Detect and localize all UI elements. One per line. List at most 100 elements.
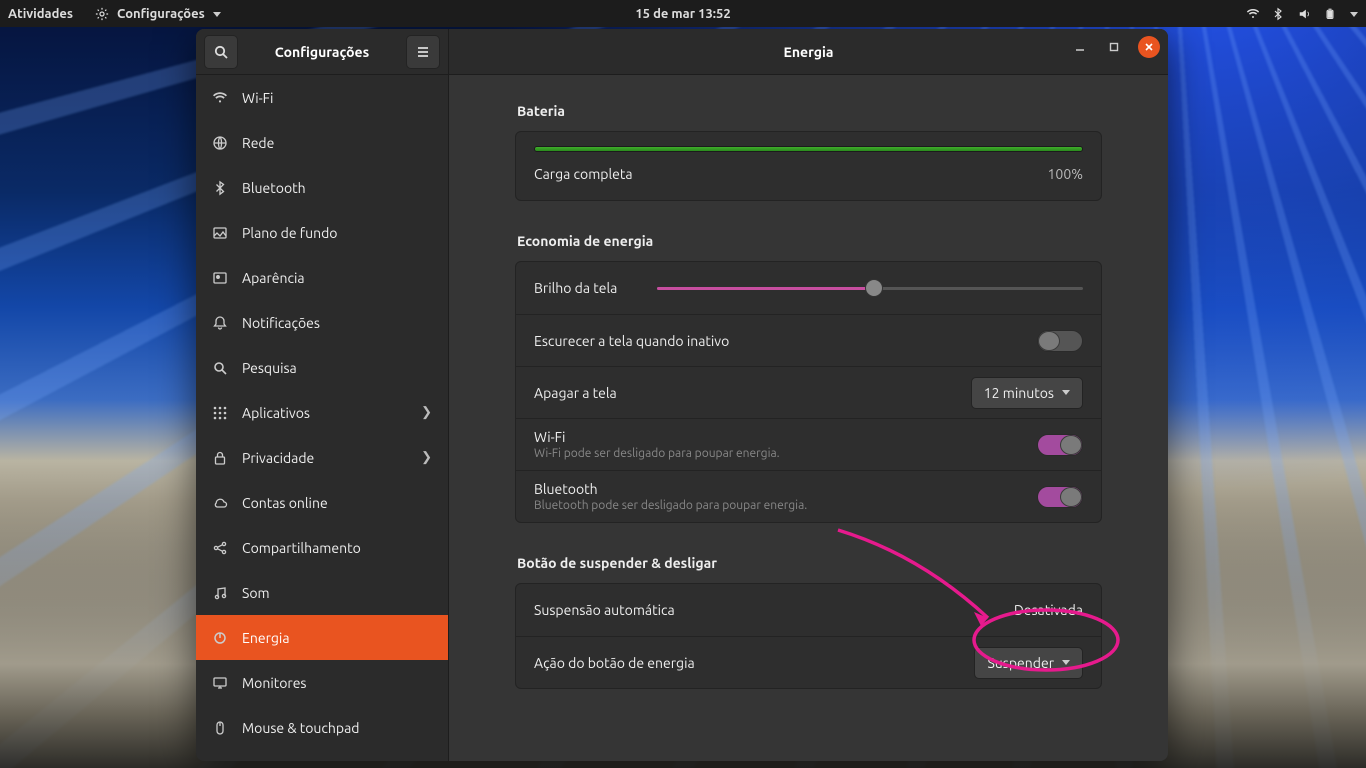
- sidebar-item-bell[interactable]: Notificações: [196, 300, 448, 345]
- brightness-label: Brilho da tela: [534, 280, 617, 296]
- sidebar-item-apps[interactable]: Aplicativos ❯: [196, 390, 448, 435]
- sidebar-list: Wi-Fi Rede Bluetooth Plano de fundo Aparênci…: [196, 75, 448, 761]
- wifi-icon: [1246, 7, 1260, 21]
- sidebar-title: Configurações: [246, 44, 398, 60]
- sidebar-item-label: Plano de fundo: [242, 225, 337, 241]
- blank-screen-label: Apagar a tela: [534, 385, 617, 401]
- power-button-action-row[interactable]: Ação do botão de energia Suspender: [516, 636, 1101, 688]
- sidebar-item-appearance[interactable]: Aparência: [196, 255, 448, 300]
- sidebar-item-monitor[interactable]: Monitores: [196, 660, 448, 705]
- system-tray[interactable]: [1246, 7, 1358, 21]
- globe-icon: [212, 135, 228, 151]
- auto-suspend-row[interactable]: Suspensão automática Desativada: [516, 584, 1101, 636]
- auto-suspend-value: Desativada: [1014, 602, 1083, 618]
- dim-row[interactable]: Escurecer a tela quando inativo: [516, 314, 1101, 366]
- section-powersave-heading: Economia de energia: [517, 233, 1102, 249]
- sidebar-item-label: Pesquisa: [242, 360, 297, 376]
- sidebar-item-label: Som: [242, 585, 270, 601]
- wifi-power-label: Wi-Fi: [534, 429, 780, 445]
- volume-icon: [1298, 7, 1312, 21]
- content-body: Bateria Carga completa 100% Economia de …: [449, 75, 1168, 761]
- bluetooth-icon: [1272, 7, 1286, 21]
- sidebar-item-label: Energia: [242, 630, 290, 646]
- sidebar-item-lock[interactable]: Privacidade❯: [196, 435, 448, 480]
- sidebar-item-wifi[interactable]: Wi-Fi: [196, 75, 448, 120]
- wifi-power-sub: Wi-Fi pode ser desligado para poupar ene…: [534, 447, 780, 460]
- wifi-icon: [212, 90, 228, 106]
- maximize-button[interactable]: [1104, 37, 1124, 57]
- monitor-icon: [212, 675, 228, 691]
- dim-label: Escurecer a tela quando inativo: [534, 333, 729, 349]
- settings-window: Configurações Wi-Fi Rede Bluetooth Plano de…: [196, 29, 1168, 761]
- auto-suspend-label: Suspensão automática: [534, 602, 675, 618]
- caret-down-icon: [213, 12, 221, 17]
- caret-down-icon: [1062, 390, 1070, 395]
- settings-sidebar: Configurações Wi-Fi Rede Bluetooth Plano de…: [196, 29, 449, 761]
- sidebar-item-label: Notificações: [242, 315, 320, 331]
- section-suspend-heading: Botão de suspender & desligar: [517, 555, 1102, 571]
- share-icon: [212, 540, 228, 556]
- sidebar-item-label: Contas online: [242, 495, 328, 511]
- appmenu[interactable]: Configurações: [95, 7, 221, 21]
- appearance-icon: [212, 270, 228, 286]
- sidebar-item-music[interactable]: Som: [196, 570, 448, 615]
- activities-button[interactable]: Atividades: [8, 7, 73, 21]
- sidebar-item-label: Aplicativos: [242, 405, 310, 421]
- gnome-topbar: Atividades Configurações 15 de mar 13:52: [0, 0, 1366, 27]
- sidebar-item-power[interactable]: Energia: [196, 615, 448, 660]
- caret-down-icon: [1350, 12, 1358, 17]
- music-icon: [212, 585, 228, 601]
- search-button[interactable]: [204, 35, 238, 69]
- sidebar-item-share[interactable]: Compartilhamento: [196, 525, 448, 570]
- minimize-button[interactable]: [1070, 37, 1090, 57]
- brightness-row: Brilho da tela: [516, 262, 1101, 314]
- caret-down-icon: [1062, 660, 1070, 665]
- hamburger-menu-button[interactable]: [406, 35, 440, 69]
- battery-panel: Carga completa 100%: [515, 131, 1102, 201]
- power-button-action-label: Ação do botão de energia: [534, 655, 695, 671]
- bluetooth-power-sub: Bluetooth pode ser desligado para poupar…: [534, 499, 807, 512]
- search-icon: [212, 360, 228, 376]
- close-button[interactable]: [1138, 36, 1160, 58]
- sidebar-item-label: Rede: [242, 135, 274, 151]
- content-header: Energia: [449, 29, 1168, 75]
- battery-status: Carga completa: [534, 166, 633, 182]
- sidebar-item-label: Bluetooth: [242, 180, 306, 196]
- sidebar-item-globe[interactable]: Rede: [196, 120, 448, 165]
- dim-switch[interactable]: [1037, 330, 1083, 352]
- gear-icon: [95, 7, 109, 21]
- battery-percent: 100%: [1048, 166, 1083, 182]
- section-battery-heading: Bateria: [517, 103, 1102, 119]
- lock-icon: [212, 450, 228, 466]
- brightness-slider[interactable]: [657, 279, 1083, 297]
- chevron-right-icon: ❯: [421, 405, 432, 420]
- sidebar-item-label: Wi-Fi: [242, 90, 273, 106]
- sidebar-item-background[interactable]: Plano de fundo: [196, 210, 448, 255]
- powersave-panel: Brilho da tela Escurecer a tela quando i…: [515, 261, 1102, 523]
- power-button-action-combo[interactable]: Suspender: [974, 647, 1083, 679]
- appmenu-label: Configurações: [117, 7, 205, 21]
- sidebar-item-mouse[interactable]: Mouse & touchpad: [196, 705, 448, 750]
- battery-icon: [1324, 7, 1338, 21]
- page-title: Energia: [784, 44, 834, 60]
- bluetooth-power-row[interactable]: Bluetooth Bluetooth pode ser desligado p…: [516, 470, 1101, 522]
- mouse-icon: [212, 720, 228, 736]
- bluetooth-icon: [212, 180, 228, 196]
- content-pane: Energia Bateria Carga completa 100% Econ…: [449, 29, 1168, 761]
- sidebar-item-label: Monitores: [242, 675, 307, 691]
- topbar-clock[interactable]: 15 de mar 13:52: [635, 7, 730, 21]
- sidebar-item-cloud[interactable]: Contas online: [196, 480, 448, 525]
- cloud-icon: [212, 495, 228, 511]
- sidebar-item-bluetooth[interactable]: Bluetooth: [196, 165, 448, 210]
- background-icon: [212, 225, 228, 241]
- blank-screen-row[interactable]: Apagar a tela 12 minutos: [516, 366, 1101, 418]
- sidebar-item-search[interactable]: Pesquisa: [196, 345, 448, 390]
- bluetooth-power-label: Bluetooth: [534, 481, 807, 497]
- battery-bar: [534, 146, 1083, 152]
- wifi-power-row[interactable]: Wi-Fi Wi-Fi pode ser desligado para poup…: [516, 418, 1101, 470]
- blank-screen-combo[interactable]: 12 minutos: [971, 377, 1083, 409]
- window-controls: [1070, 36, 1160, 58]
- bluetooth-power-switch[interactable]: [1037, 486, 1083, 508]
- apps-icon: [212, 405, 228, 421]
- wifi-power-switch[interactable]: [1037, 434, 1083, 456]
